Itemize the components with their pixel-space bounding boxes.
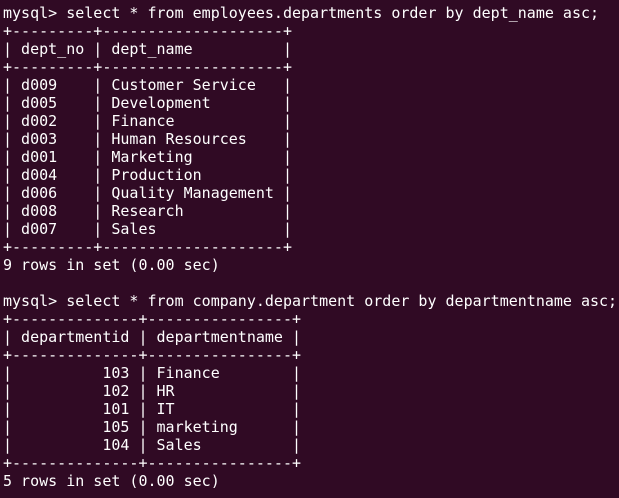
table-row: | 105 | marketing | [3,418,302,436]
table-row: | d005 | Development | [3,94,292,112]
table-row: | d008 | Research | [3,202,292,220]
table-border-2-top: +--------------+----------------+ [3,310,302,328]
table-border-2-mid: +--------------+----------------+ [3,346,302,364]
command-line-2: mysql> select * from company.department … [3,292,618,310]
result-summary-1: 9 rows in set (0.00 sec) [3,256,220,274]
table-border-2-bottom: +--------------+----------------+ [3,454,302,472]
table-row: | d001 | Marketing | [3,148,292,166]
table-row: | d004 | Production | [3,166,292,184]
table-row: | 101 | IT | [3,400,302,418]
table-row: | d002 | Finance | [3,112,292,130]
result-summary-2: 5 rows in set (0.00 sec) [3,472,220,490]
table-row: | d006 | Quality Management | [3,184,292,202]
table-row: | d007 | Sales | [3,220,292,238]
table-row: | d003 | Human Resources | [3,130,292,148]
terminal-window[interactable]: mysql> select * from employees.departmen… [0,0,619,498]
table-row: | 103 | Finance | [3,364,302,382]
table-row: | d009 | Customer Service | [3,76,292,94]
table-border-1-mid: +---------+--------------------+ [3,58,292,76]
table-header-1: | dept_no | dept_name | [3,40,292,58]
table-border-1-bottom: +---------+--------------------+ [3,238,292,256]
table-row: | 102 | HR | [3,382,302,400]
table-row: | 104 | Sales | [3,436,302,454]
command-line-1: mysql> select * from employees.departmen… [3,4,600,22]
table-border-1-top: +---------+--------------------+ [3,22,292,40]
table-header-2: | departmentid | departmentname | [3,328,302,346]
